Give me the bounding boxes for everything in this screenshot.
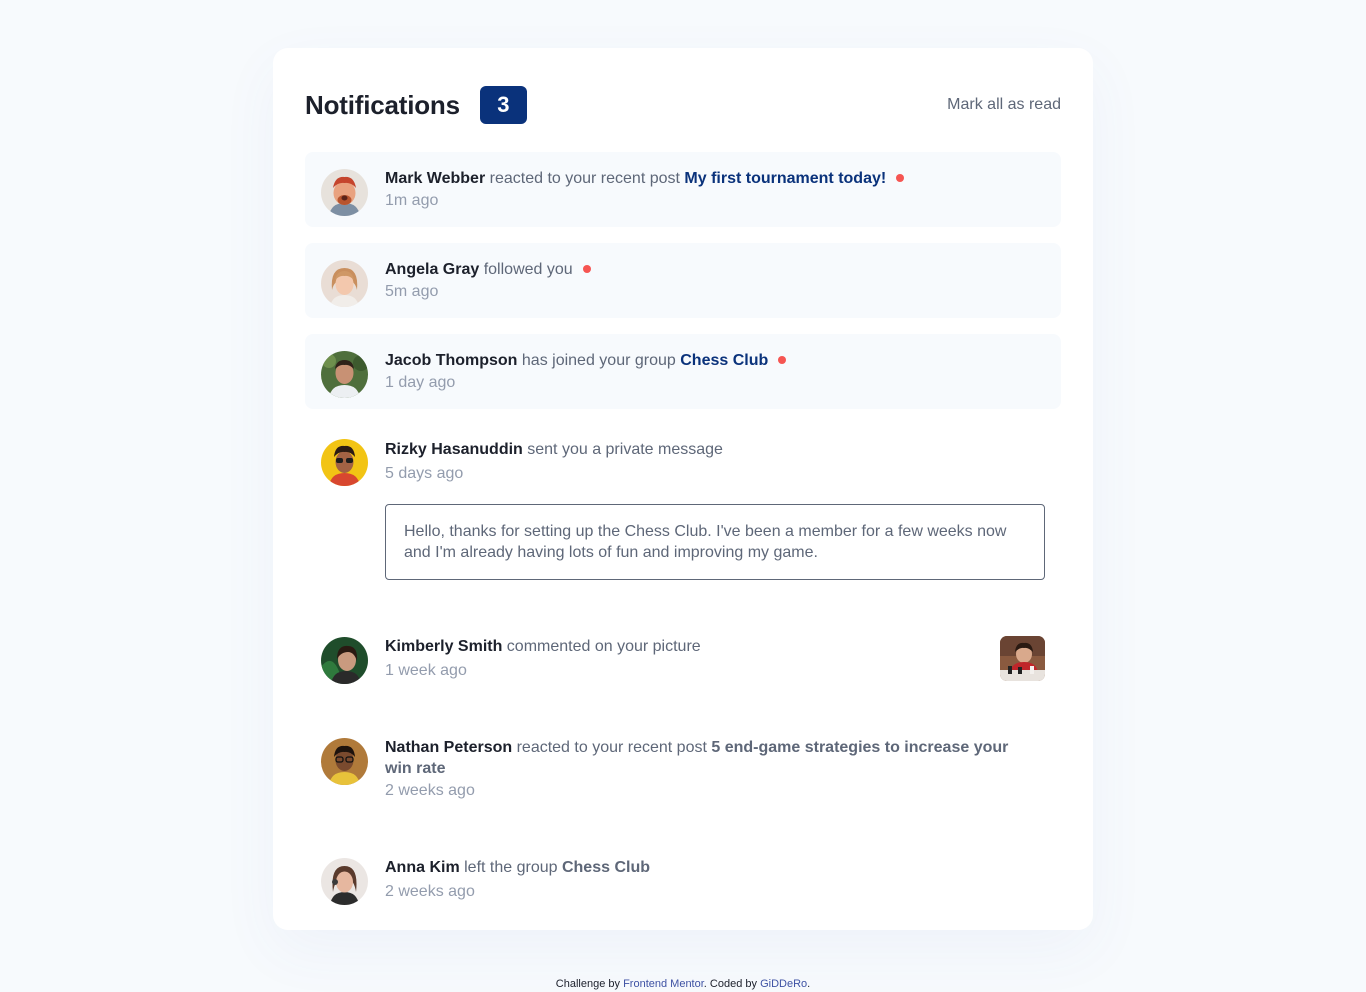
- action-text: sent you a private message: [522, 441, 723, 458]
- user-name[interactable]: Anna Kim: [385, 859, 460, 876]
- avatar-jacob-thompson[interactable]: [321, 351, 368, 398]
- post-link[interactable]: My first tournament today!: [684, 170, 886, 187]
- avatar-anna-kim[interactable]: [321, 858, 368, 905]
- avatar-icon: [321, 738, 368, 785]
- group-link[interactable]: Chess Club: [562, 859, 650, 876]
- notifications-header: Notifications 3 Mark all as read: [305, 48, 1061, 152]
- user-name[interactable]: Jacob Thompson: [385, 352, 517, 369]
- user-name[interactable]: Nathan Peterson: [385, 739, 512, 756]
- timestamp: 1m ago: [385, 192, 439, 209]
- timestamp: 5m ago: [385, 283, 439, 300]
- avatar-kimberly-smith[interactable]: [321, 637, 368, 684]
- unread-dot-icon: [896, 173, 905, 182]
- mark-all-read-button[interactable]: Mark all as read: [947, 96, 1061, 114]
- timestamp: 1 week ago: [385, 662, 467, 679]
- notification-text: Angela Gray followed you: [385, 259, 1045, 280]
- timestamp: 2 weeks ago: [385, 883, 475, 900]
- author-link[interactable]: GiDDeRo: [760, 978, 807, 990]
- action-text: commented on your picture: [502, 638, 701, 655]
- notifications-card: Notifications 3 Mark all as read Mark We…: [273, 48, 1093, 930]
- notification-item[interactable]: Mark Webber reacted to your recent post …: [305, 152, 1061, 227]
- title-wrap: Notifications 3: [305, 86, 527, 124]
- avatar-nathan-peterson[interactable]: [321, 738, 368, 785]
- action-text: reacted to your recent post: [485, 170, 685, 187]
- notification-item[interactable]: Anna Kim left the group Chess Club 2 wee…: [305, 841, 1061, 918]
- notification-item[interactable]: Angela Gray followed you 5m ago: [305, 243, 1061, 318]
- unread-dot-icon: [778, 355, 787, 364]
- timestamp: 2 weeks ago: [385, 782, 475, 799]
- frontend-mentor-link[interactable]: Frontend Mentor: [623, 978, 704, 990]
- user-name[interactable]: Angela Gray: [385, 261, 479, 278]
- avatar-icon: [321, 439, 368, 486]
- avatar-rizky-hasanuddin[interactable]: [321, 439, 368, 486]
- unread-count-badge: 3: [479, 86, 527, 124]
- timestamp: 1 day ago: [385, 374, 456, 391]
- avatar-icon: [321, 351, 368, 398]
- footer-suffix: .: [807, 978, 811, 990]
- private-message-box[interactable]: Hello, thanks for setting up the Chess C…: [385, 504, 1045, 580]
- notification-text: Nathan Peterson reacted to your recent p…: [385, 737, 1045, 779]
- avatar-angela-gray[interactable]: [321, 260, 368, 307]
- action-text: has joined your group: [517, 352, 681, 369]
- footer-middle: . Coded by: [703, 978, 761, 990]
- notification-list: Mark Webber reacted to your recent post …: [305, 152, 1061, 918]
- unread-dot-icon: [582, 264, 591, 273]
- action-text: followed you: [479, 261, 573, 278]
- avatar-icon: [321, 637, 368, 684]
- action-text: left the group: [459, 859, 562, 876]
- avatar-mark-webber[interactable]: [321, 169, 368, 216]
- notification-text: Jacob Thompson has joined your group Che…: [385, 350, 1045, 371]
- notification-item[interactable]: Nathan Peterson reacted to your recent p…: [305, 721, 1061, 817]
- avatar-icon: [321, 169, 368, 216]
- notification-item[interactable]: Jacob Thompson has joined your group Che…: [305, 334, 1061, 409]
- group-link[interactable]: Chess Club: [680, 352, 768, 369]
- notification-text: Anna Kim left the group Chess Club: [385, 857, 1045, 878]
- action-text: reacted to your recent post: [512, 739, 712, 756]
- notification-text: Rizky Hasanuddin sent you a private mess…: [385, 439, 1045, 460]
- avatar-icon: [321, 858, 368, 905]
- user-name[interactable]: Rizky Hasanuddin: [385, 441, 523, 458]
- footer-prefix: Challenge by: [555, 978, 624, 990]
- avatar-icon: [321, 260, 368, 307]
- attribution-footer: Challenge by Frontend Mentor. Coded by G…: [0, 978, 1366, 990]
- timestamp: 5 days ago: [385, 465, 464, 482]
- user-name[interactable]: Mark Webber: [385, 170, 485, 187]
- notification-item[interactable]: Kimberly Smith commented on your picture…: [305, 620, 1061, 697]
- user-name[interactable]: Kimberly Smith: [385, 638, 502, 655]
- page-title: Notifications: [305, 89, 460, 120]
- notification-text: Kimberly Smith commented on your picture: [385, 636, 1045, 657]
- commented-picture-thumbnail[interactable]: [1000, 636, 1045, 681]
- notification-text: Mark Webber reacted to your recent post …: [385, 168, 1045, 189]
- chess-picture-icon: [1000, 636, 1045, 681]
- notification-item[interactable]: Rizky Hasanuddin sent you a private mess…: [305, 425, 1061, 596]
